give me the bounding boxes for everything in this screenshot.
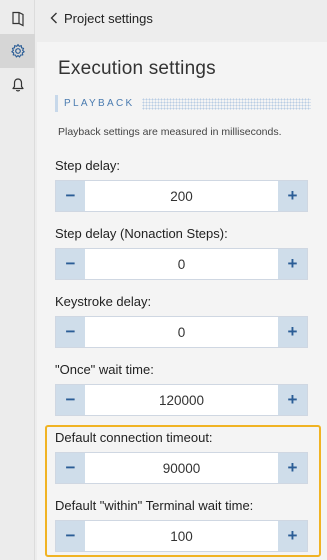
chevron-left-icon — [50, 12, 57, 24]
keystroke-delay-stepper: − 0 + — [55, 316, 308, 348]
decrement-button[interactable]: − — [56, 453, 85, 483]
once-wait-time-stepper: − 120000 + — [55, 384, 308, 416]
keystroke-delay-label: Keystroke delay: — [55, 294, 152, 309]
decrement-button[interactable]: − — [56, 317, 85, 347]
section-label: PLAYBACK — [55, 95, 143, 112]
page-title: Execution settings — [58, 58, 216, 79]
back-link[interactable]: Project settings — [50, 8, 153, 28]
default-connection-timeout-input[interactable]: 90000 — [85, 453, 278, 483]
within-terminal-wait-time-stepper: − 100 + — [55, 520, 308, 552]
book-icon[interactable] — [0, 2, 35, 36]
icon-rail — [0, 0, 35, 560]
decrement-button[interactable]: − — [56, 385, 85, 415]
within-terminal-wait-time-label: Default "within" Terminal wait time: — [55, 498, 254, 513]
section-divider — [142, 97, 311, 110]
increment-button[interactable]: + — [278, 249, 307, 279]
bell-icon[interactable] — [0, 68, 35, 102]
increment-button[interactable]: + — [278, 385, 307, 415]
decrement-button[interactable]: − — [56, 181, 85, 211]
increment-button[interactable]: + — [278, 521, 307, 551]
increment-button[interactable]: + — [278, 317, 307, 347]
once-wait-time-input[interactable]: 120000 — [85, 385, 278, 415]
step-delay-input[interactable]: 200 — [85, 181, 278, 211]
section-header: PLAYBACK — [55, 95, 311, 112]
increment-button[interactable]: + — [278, 453, 307, 483]
keystroke-delay-input[interactable]: 0 — [85, 317, 278, 347]
once-wait-time-label: "Once" wait time: — [55, 362, 154, 377]
nonaction-step-delay-label: Step delay (Nonaction Steps): — [55, 226, 228, 241]
decrement-button[interactable]: − — [56, 521, 85, 551]
section-description: Playback settings are measured in millis… — [58, 126, 282, 138]
decrement-button[interactable]: − — [56, 249, 85, 279]
step-delay-stepper: − 200 + — [55, 180, 308, 212]
default-connection-timeout-stepper: − 90000 + — [55, 452, 308, 484]
back-link-label: Project settings — [64, 10, 153, 26]
nonaction-step-delay-input[interactable]: 0 — [85, 249, 278, 279]
nonaction-step-delay-stepper: − 0 + — [55, 248, 308, 280]
within-terminal-wait-time-input[interactable]: 100 — [85, 521, 278, 551]
step-delay-label: Step delay: — [55, 158, 121, 173]
increment-button[interactable]: + — [278, 181, 307, 211]
default-connection-timeout-label: Default connection timeout: — [55, 430, 213, 445]
gear-icon[interactable] — [0, 34, 35, 68]
